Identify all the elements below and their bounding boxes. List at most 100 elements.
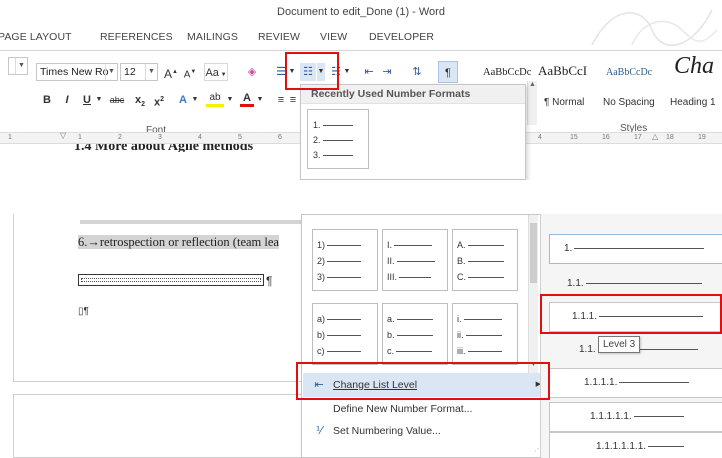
grow-font-icon: A — [164, 67, 173, 81]
ribbon-tabs: PAGE LAYOUT REFERENCES MAILINGS REVIEW V… — [0, 28, 722, 48]
superscript-button[interactable]: x2 — [152, 91, 166, 109]
align-center-icon[interactable]: ≡ — [288, 91, 298, 109]
format-cell-letters-dot[interactable]: a. b. c. — [382, 303, 448, 365]
pilcrow-mark: ¶ — [266, 274, 273, 288]
tab-view[interactable]: VIEW — [320, 31, 347, 43]
style-sample-normal[interactable]: AaBbCcDc — [483, 67, 531, 78]
show-formatting-button[interactable]: ¶ — [438, 61, 458, 83]
align-left-icon[interactable]: ≡ — [274, 91, 288, 109]
document-page[interactable]: 6.→retrospection or reflection (team lea… — [13, 214, 324, 382]
level-tooltip: Level 3 — [598, 336, 641, 353]
recent-format-cell[interactable]: 1. 2. 3. — [307, 109, 369, 169]
font-name-combo[interactable]: Times New Ro ▼ — [36, 63, 118, 81]
list-marker: ii. — [457, 330, 464, 340]
ruler-tick: 16 — [602, 134, 610, 141]
list-level-1[interactable]: 1. — [549, 234, 722, 264]
list-item-text: 6.→retrospection or reflection (team lea — [78, 235, 279, 249]
grow-font-button[interactable]: A▲ — [164, 63, 178, 81]
clear-formatting-icon[interactable]: ◈ — [244, 63, 260, 81]
list-level-6[interactable]: 1.1.1.1.1. — [549, 402, 722, 432]
tab-developer[interactable]: DEVELOPER — [369, 31, 434, 43]
chevron-down-icon[interactable]: ▼ — [256, 91, 264, 109]
chevron-down-icon[interactable]: ▼ — [343, 63, 351, 81]
italic-button[interactable]: I — [60, 91, 74, 109]
format-cell-paren-numbers[interactable]: 1) 2) 3) — [312, 229, 378, 291]
ruler-tick: 3 — [158, 134, 162, 141]
dropdown-scrollbar[interactable]: ▲ — [527, 81, 537, 125]
change-case-icon: Aa — [205, 67, 219, 79]
font-color-button[interactable]: A — [240, 89, 254, 107]
list-level-7[interactable]: 1.1.1.1.1.1. — [549, 432, 722, 458]
ruler-tick: 1 — [78, 134, 82, 141]
tab-page-layout[interactable]: PAGE LAYOUT — [0, 31, 72, 43]
change-case-button[interactable]: Aa ▼ — [204, 63, 228, 81]
increase-indent-icon[interactable]: ⇥ — [380, 63, 394, 81]
ruler-tick: 18 — [666, 134, 674, 141]
set-numbering-value-menu-item[interactable]: ⅟ Set Numbering Value... — [303, 419, 549, 443]
style-name-heading1: Heading 1 — [670, 97, 716, 108]
format-cell-roman-lower[interactable]: i. ii. iii. — [452, 303, 518, 365]
list-marker: III. — [387, 272, 398, 282]
heading-text: 1.4 More about Agile methods — [74, 144, 254, 152]
library-scrollbar[interactable]: ▼ — [528, 215, 538, 375]
list-marker: II. — [387, 256, 395, 266]
numbering-library-dropdown: 1) 2) 3) I. II. III. A. B. C. a) b) c) a… — [301, 214, 549, 458]
style-name-no-spacing: No Spacing — [603, 97, 655, 108]
selection-highlight — [80, 220, 324, 224]
font-name-value: Times New Ro — [40, 66, 109, 78]
shrink-font-button[interactable]: A▼ — [183, 63, 197, 81]
ruler-tick: 2 — [118, 134, 122, 141]
level-marker: 1.1.1.1.1. — [590, 411, 632, 422]
bold-button[interactable]: B — [40, 91, 54, 109]
chevron-down-icon[interactable]: ▼ — [191, 91, 199, 109]
chevron-down-icon[interactable]: ▼ — [95, 91, 103, 109]
tab-review[interactable]: REVIEW — [258, 31, 300, 43]
list-marker: 3) — [317, 272, 326, 282]
strikethrough-button[interactable]: abc — [106, 91, 128, 109]
font-size-combo[interactable]: 12 ▼ — [120, 63, 158, 81]
subscript-button[interactable]: x2 — [133, 91, 147, 109]
list-marker: I. — [387, 240, 393, 250]
style-sample-title[interactable]: Cha — [674, 53, 714, 80]
empty-frame[interactable] — [78, 274, 264, 286]
define-new-format-menu-item[interactable]: Define New Number Format... — [303, 397, 549, 421]
format-cell-paren-letters[interactable]: a) b) c) — [312, 303, 378, 365]
format-cell-alpha-upper[interactable]: A. B. C. — [452, 229, 518, 291]
list-marker: 1) — [317, 240, 326, 250]
format-cell-roman-upper[interactable]: I. II. III. — [382, 229, 448, 291]
ruler-tick: 19 — [698, 134, 706, 141]
ruler-tick: 17 — [634, 134, 642, 141]
numbering-highlight-box — [285, 52, 339, 90]
ruler-tick: 6 — [278, 134, 282, 141]
ruler-tick: 4 — [538, 134, 542, 141]
chevron-down-icon: ▼ — [145, 64, 157, 80]
paste-dropdown[interactable]: ▼ — [8, 57, 28, 75]
right-indent-marker-icon[interactable]: △ — [652, 132, 658, 141]
decrease-indent-icon[interactable]: ⇤ — [362, 63, 376, 81]
underline-button[interactable]: U — [80, 91, 94, 109]
next-page[interactable] — [13, 394, 323, 458]
scroll-up-icon[interactable]: ▲ — [529, 81, 536, 88]
tab-mailings[interactable]: MAILINGS — [187, 31, 238, 43]
list-marker: A. — [457, 240, 466, 250]
highlight-button[interactable]: ab — [206, 89, 224, 107]
list-level-5[interactable]: 1.1.1.1. — [549, 368, 722, 398]
indent-marker-icon[interactable]: ▽ — [60, 131, 66, 140]
ruler-tick: 5 — [238, 134, 242, 141]
style-sample-no-spacing[interactable]: AaBbCcI — [538, 63, 587, 79]
list-marker: 2. — [313, 135, 321, 145]
list-marker: 1. — [313, 120, 321, 130]
chevron-down-icon[interactable]: ▼ — [226, 91, 234, 109]
sort-icon[interactable]: ⇅ — [410, 63, 424, 81]
style-sample-heading1[interactable]: AaBbCcDc — [606, 67, 652, 78]
chevron-down-icon: ▼ — [105, 64, 117, 80]
ruler-tick: 1 — [8, 134, 12, 141]
level3-highlight-box — [540, 294, 722, 334]
tab-references[interactable]: REFERENCES — [100, 31, 173, 43]
text-effects-button[interactable]: A — [176, 91, 190, 109]
list-marker: a) — [317, 314, 326, 324]
frame-inner — [81, 278, 261, 282]
level-marker: 1.1.1.1. — [584, 377, 618, 388]
list-marker: 3. — [313, 150, 321, 160]
scroll-thumb[interactable] — [530, 223, 537, 283]
